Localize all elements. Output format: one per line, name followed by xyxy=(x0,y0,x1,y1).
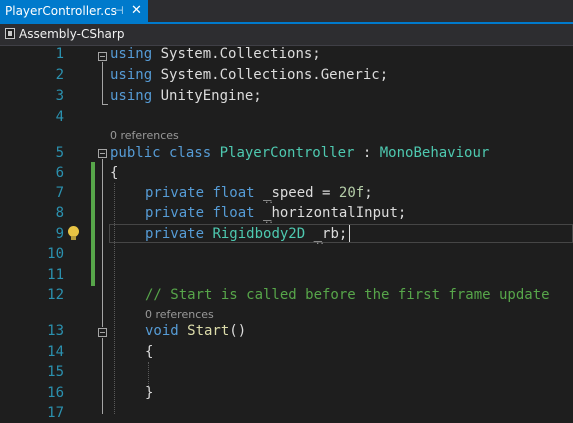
close-icon[interactable]: ✕ xyxy=(131,3,142,18)
line-number: 5 xyxy=(55,145,64,161)
identifier: System.Collections.Generic; xyxy=(152,67,389,83)
collapse-toggle[interactable] xyxy=(98,149,107,158)
line-number: 12 xyxy=(47,287,64,303)
line-number: 6 xyxy=(55,165,64,181)
code-editor[interactable]: 1 2 3 4 5 6 7 8 9 10 11 12 13 14 15 16 1… xyxy=(0,44,573,421)
identifier: UnityEngine; xyxy=(152,88,262,104)
indent-guide xyxy=(114,183,115,414)
change-tracking-bar xyxy=(91,162,95,286)
collapse-toggle[interactable] xyxy=(98,328,107,337)
line-number: 4 xyxy=(55,109,64,125)
tab-playercontroller[interactable]: PlayerController.cs ⊣ ✕ xyxy=(0,0,148,22)
field-name: _horizontalInput xyxy=(254,205,398,221)
csharp-project-icon xyxy=(5,28,15,39)
keyword: private xyxy=(145,205,205,221)
keyword: float xyxy=(204,205,255,221)
class-name: PlayerController xyxy=(211,145,355,161)
keyword: void xyxy=(145,323,179,339)
navigation-bar: Assembly-CSharp xyxy=(0,24,573,46)
operator: = xyxy=(313,185,339,201)
line-number: 17 xyxy=(47,405,64,421)
colon: : xyxy=(354,145,372,161)
code-line-6: { xyxy=(110,165,119,181)
code-line-13: void Start() xyxy=(145,321,246,341)
outline-line xyxy=(102,104,108,105)
codelens-references[interactable]: 0 references xyxy=(145,308,214,322)
codelens-references[interactable]: 0 references xyxy=(110,129,179,143)
semicolon: ; xyxy=(338,226,348,242)
outline-line xyxy=(102,159,103,327)
text-caret xyxy=(349,225,350,242)
code-line-14: { xyxy=(145,344,154,360)
semicolon: ; xyxy=(397,205,407,221)
line-number: 7 xyxy=(55,185,64,201)
line-number: 3 xyxy=(55,88,64,104)
tab-bar: PlayerController.cs ⊣ ✕ xyxy=(0,0,573,22)
code-line-8: private float _horizontalInput; xyxy=(145,203,406,223)
semicolon: ; xyxy=(364,185,373,201)
keyword: private xyxy=(145,185,205,201)
tab-title: PlayerController.cs xyxy=(5,4,117,18)
line-number: 8 xyxy=(55,205,64,221)
code-line-1: using System.Collections; xyxy=(110,44,321,64)
line-number: 13 xyxy=(47,323,64,339)
identifier: System.Collections; xyxy=(152,46,321,62)
line-number: 2 xyxy=(55,67,64,83)
code-line-16: } xyxy=(145,385,154,401)
keyword: using xyxy=(110,88,153,104)
line-number: 15 xyxy=(47,364,64,380)
suggestion-dots: .. xyxy=(315,237,325,247)
line-number: 14 xyxy=(47,344,64,360)
pin-icon[interactable]: ⊣ xyxy=(114,4,124,17)
collapse-toggle[interactable] xyxy=(98,52,107,61)
code-line-12-comment: // Start is called before the first fram… xyxy=(145,287,550,303)
lightbulb-icon[interactable] xyxy=(68,226,79,240)
keyword: float xyxy=(204,185,255,201)
keyword: class xyxy=(160,145,212,161)
line-number: 1 xyxy=(55,46,64,62)
code-line-5: public class PlayerController : MonoBeha… xyxy=(110,143,489,163)
code-line-3: using UnityEngine; xyxy=(110,86,262,106)
base-class-name: MonoBehaviour xyxy=(371,145,490,161)
keyword: using xyxy=(110,67,153,83)
keyword: public xyxy=(110,145,161,161)
line-number: 10 xyxy=(47,246,64,262)
code-line-2: using System.Collections.Generic; xyxy=(110,65,388,85)
keyword: private xyxy=(145,226,205,242)
line-number: 11 xyxy=(47,267,64,283)
code-line-7: private float _speed = 20f; xyxy=(145,183,373,203)
type-name: Rigidbody2D xyxy=(204,226,306,242)
line-number: 16 xyxy=(47,385,64,401)
method-name: Start xyxy=(178,323,230,339)
outline-line xyxy=(102,62,103,104)
line-number: 9 xyxy=(55,226,64,242)
project-dropdown[interactable]: Assembly-CSharp xyxy=(19,27,124,41)
keyword: using xyxy=(110,46,153,62)
outline-line xyxy=(102,338,103,414)
parentheses: () xyxy=(229,323,247,339)
number-literal: 20f xyxy=(338,185,365,201)
